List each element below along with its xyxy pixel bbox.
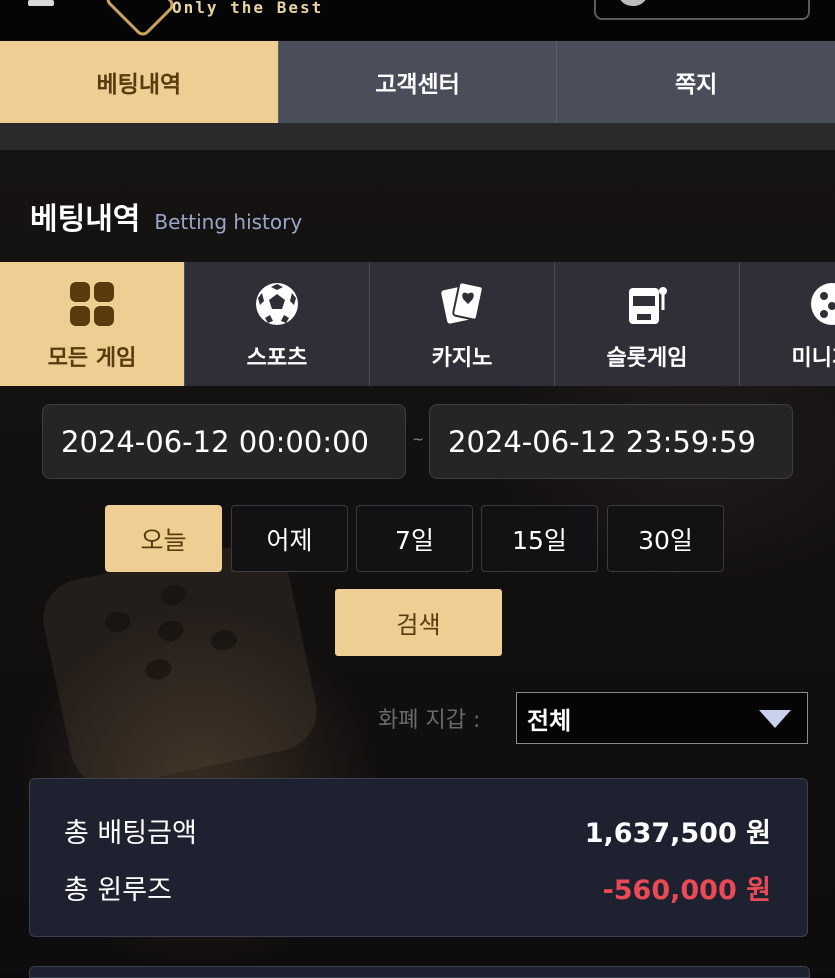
total-win-loss-row: 총 윈루즈 -560,000 원 bbox=[64, 868, 771, 907]
total-win-loss-label: 총 윈루즈 bbox=[64, 875, 172, 906]
tab-mini-games-label: 미니게임 bbox=[791, 346, 835, 371]
end-date-input[interactable]: 2024-06-12 23:59:59 bbox=[429, 404, 793, 479]
tab-all-games[interactable]: 모든 게임 bbox=[0, 262, 185, 386]
tab-mini-games[interactable]: 미니게임 bbox=[740, 262, 835, 386]
search-button[interactable]: 검색 bbox=[335, 589, 502, 656]
next-panel-edge bbox=[29, 966, 810, 978]
logo-icon[interactable] bbox=[103, 0, 177, 39]
soccer-ball-icon bbox=[256, 283, 298, 325]
tab-messages[interactable]: 쪽지 bbox=[556, 41, 835, 123]
wallet-select[interactable]: 전체 bbox=[516, 692, 808, 744]
logo-tagline: Only the Best bbox=[172, 0, 324, 17]
grid-icon bbox=[70, 282, 114, 326]
game-category-tabs: 모든 게임 스포츠 카지노 슬롯게임 미니 bbox=[0, 262, 835, 386]
range-30days-button[interactable]: 30일 bbox=[607, 505, 724, 572]
betting-summary-panel: 총 배팅금액 1,637,500 원 총 윈루즈 -560,000 원 bbox=[29, 778, 808, 937]
total-bet-value: 1,637,500 원 bbox=[584, 818, 771, 849]
slot-machine-icon bbox=[629, 287, 667, 324]
chevron-down-icon bbox=[759, 710, 791, 728]
range-7days-button[interactable]: 7일 bbox=[356, 505, 473, 572]
divider bbox=[0, 123, 835, 150]
total-bet-label: 총 배팅금액 bbox=[64, 818, 197, 849]
tab-casino-label: 카지노 bbox=[431, 346, 493, 371]
page-title: 베팅내역 Betting history bbox=[30, 194, 302, 238]
top-header: Only the Best bbox=[0, 0, 835, 40]
total-win-loss-value: -560,000 원 bbox=[602, 875, 771, 906]
playing-cards-icon bbox=[441, 281, 484, 324]
tab-customer-center[interactable]: 고객센터 bbox=[277, 41, 557, 123]
start-date-input[interactable]: 2024-06-12 00:00:00 bbox=[42, 404, 406, 479]
wallet-selected-value: 전체 bbox=[527, 706, 572, 735]
range-15days-button[interactable]: 15일 bbox=[481, 505, 598, 572]
date-separator: ~ bbox=[412, 432, 424, 448]
range-yesterday-button[interactable]: 어제 bbox=[231, 505, 348, 572]
tab-betting-history[interactable]: 베팅내역 bbox=[0, 41, 278, 123]
tab-all-games-label: 모든 게임 bbox=[47, 346, 137, 371]
page-title-ko: 베팅내역 bbox=[30, 202, 141, 237]
total-bet-row: 총 배팅금액 1,637,500 원 bbox=[64, 811, 771, 850]
user-account-button[interactable] bbox=[594, 0, 810, 20]
tab-sports[interactable]: 스포츠 bbox=[185, 262, 370, 386]
page-title-en: Betting history bbox=[154, 210, 303, 234]
tab-slot-games[interactable]: 슬롯게임 bbox=[555, 262, 740, 386]
menu-icon[interactable] bbox=[28, 0, 54, 6]
mini-game-icon bbox=[811, 283, 835, 325]
user-avatar-icon bbox=[618, 0, 648, 6]
wallet-label: 화폐 지갑 : bbox=[378, 708, 481, 733]
tab-casino[interactable]: 카지노 bbox=[370, 262, 555, 386]
main-tabs: 베팅내역 고객센터 쪽지 bbox=[0, 41, 835, 123]
tab-sports-label: 스포츠 bbox=[246, 346, 308, 371]
tab-slot-games-label: 슬롯게임 bbox=[606, 346, 688, 371]
range-today-button[interactable]: 오늘 bbox=[105, 505, 222, 572]
